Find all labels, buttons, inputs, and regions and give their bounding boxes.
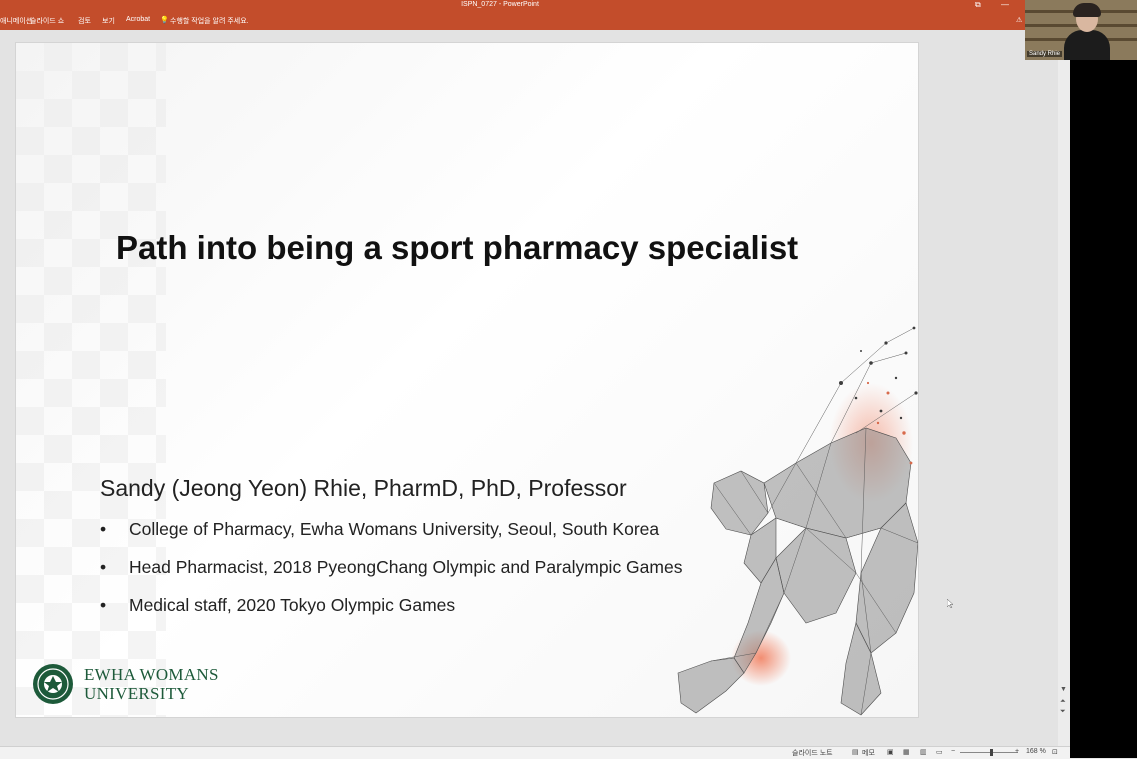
warning-icon: ⚠ [1016, 17, 1023, 24]
fit-to-window-icon[interactable]: ⊡ [1052, 748, 1058, 756]
next-slide-icon[interactable]: ⏷ [1060, 708, 1066, 716]
lightbulb-icon: 💡 [160, 17, 169, 24]
author-line[interactable]: Sandy (Jeong Yeon) Rhie, PharmD, PhD, Pr… [100, 475, 627, 502]
tab-review[interactable]: 검토 [78, 16, 91, 26]
logo-text-line2: UNIVERSITY [84, 684, 189, 703]
zoom-level[interactable]: 168 % [1026, 748, 1046, 755]
previous-slide-icon[interactable]: ⏶ [1060, 698, 1066, 706]
slide-canvas[interactable]: Path into being a sport pharmacy special… [15, 42, 919, 718]
mouse-cursor-icon [947, 599, 953, 608]
zoom-slider[interactable] [960, 752, 1018, 753]
slide-sorter-icon[interactable]: ▦ [903, 748, 910, 756]
title-bar: ISPN_0727 - PowerPoint ⧉ — [0, 0, 1070, 12]
notes-button[interactable]: 슬라이드 노트 [792, 748, 833, 758]
comments-button[interactable]: 메모 [862, 748, 875, 758]
minimize-button[interactable]: — [1001, 0, 1009, 9]
tab-acrobat[interactable]: Acrobat [126, 16, 150, 23]
logo-text-line1: EWHA WOMANS [84, 665, 219, 684]
bullet-item-tokyo: Medical staff, 2020 Tokyo Olympic Games [100, 595, 682, 633]
scroll-down-arrow-icon[interactable]: ▼ [1060, 686, 1067, 693]
side-panel-background [1070, 0, 1137, 758]
polygon-runner-image [677, 326, 918, 716]
tab-animations[interactable]: 애니메이션 [0, 16, 32, 26]
bullet-item-college: College of Pharmacy, Ewha Womans Univers… [100, 519, 682, 557]
zoom-slider-thumb[interactable] [990, 749, 993, 756]
participant-hair [1073, 3, 1101, 17]
bullet-item-pyeongchang: Head Pharmacist, 2018 PyeongChang Olympi… [100, 557, 682, 595]
zoom-out-button[interactable]: − [951, 748, 955, 755]
ribbon-display-options-icon[interactable]: ⧉ [975, 0, 981, 10]
status-bar: 슬라이드 노트 ▤ 메모 ▣ ▦ ▥ ▭ − + 168 % ⊡ [0, 746, 1070, 759]
ribbon-tabs: 애니메이션 슬라이드 쇼 검토 보기 Acrobat 💡 수행할 작업을 알려 … [0, 12, 1070, 30]
comments-icon[interactable]: ▤ [852, 748, 859, 756]
credentials-list[interactable]: College of Pharmacy, Ewha Womans Univers… [100, 519, 682, 633]
slideshow-view-icon[interactable]: ▭ [936, 748, 943, 756]
normal-view-icon[interactable]: ▣ [887, 748, 894, 756]
tab-view[interactable]: 보기 [102, 16, 115, 26]
zoom-in-button[interactable]: + [1015, 748, 1019, 755]
participant-body [1064, 30, 1110, 60]
participant-name: Sandy Rhie [1027, 51, 1063, 57]
window-title: ISPN_0727 - PowerPoint [461, 1, 539, 8]
vertical-scrollbar[interactable]: ▼ ⏶ ⏷ [1058, 30, 1070, 746]
ewha-emblem-icon [33, 664, 73, 704]
slide-title[interactable]: Path into being a sport pharmacy special… [116, 229, 798, 267]
reading-view-icon[interactable]: ▥ [920, 748, 927, 756]
tell-me-search[interactable]: 수행할 작업을 알려 주세요. [170, 16, 249, 26]
tab-slideshow[interactable]: 슬라이드 쇼 [30, 16, 64, 26]
